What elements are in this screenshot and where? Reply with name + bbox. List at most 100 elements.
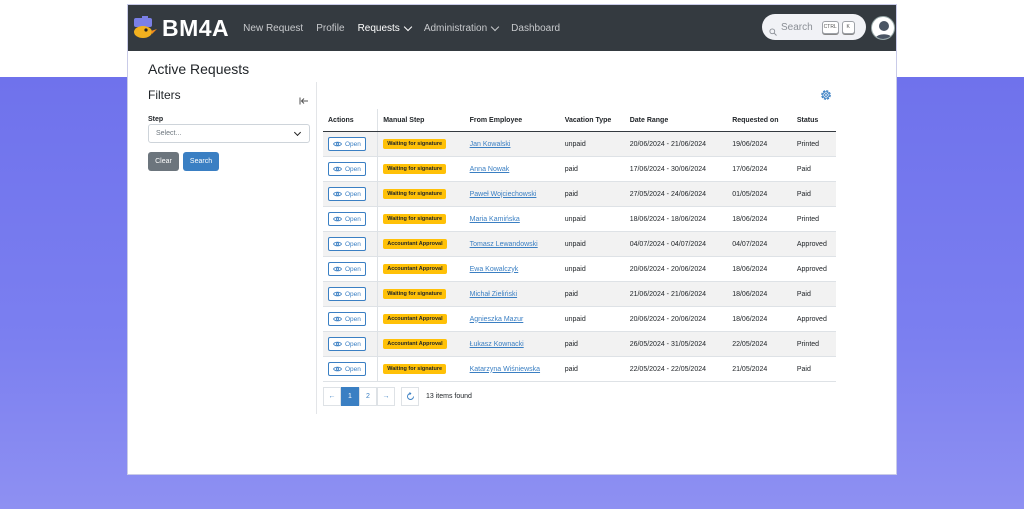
status-cell: Paid bbox=[791, 181, 836, 207]
status-cell: Printed bbox=[791, 206, 836, 232]
column-header-requested-on[interactable]: Requested on bbox=[727, 109, 792, 132]
table-body: Open Waiting for signature Jan Kowalski unp… bbox=[323, 131, 836, 382]
eye-icon bbox=[333, 266, 342, 272]
actions-cell: Open bbox=[323, 256, 379, 282]
employee-cell: Ewa Kowalczyk bbox=[464, 256, 560, 282]
user-avatar[interactable] bbox=[871, 16, 895, 40]
page-2-button[interactable]: 2 bbox=[359, 387, 377, 406]
employee-cell: Łukasz Kownacki bbox=[464, 331, 560, 357]
step-badge: Accountant Approval bbox=[383, 339, 447, 349]
items-found-count: 13 items found bbox=[426, 393, 472, 400]
open-button[interactable]: Open bbox=[328, 137, 366, 151]
column-header-from-employee[interactable]: From Employee bbox=[464, 109, 560, 132]
open-button[interactable]: Open bbox=[328, 237, 366, 251]
status-cell: Paid bbox=[791, 281, 836, 307]
open-button[interactable]: Open bbox=[328, 362, 366, 376]
open-button-label: Open bbox=[345, 340, 361, 348]
table-row: Open Waiting for signature Jan Kowalski unp… bbox=[323, 131, 836, 157]
open-button-label: Open bbox=[345, 215, 361, 223]
column-header-manual-step[interactable]: Manual Step bbox=[377, 109, 465, 132]
manual-step-cell: Waiting for signature bbox=[377, 131, 465, 157]
date-range-cell: 20/06/2024 - 21/06/2024 bbox=[624, 131, 728, 157]
step-label: Step bbox=[148, 116, 164, 123]
column-header-date-range[interactable]: Date Range bbox=[624, 109, 728, 132]
employee-link[interactable]: Katarzyna Wiśniewska bbox=[470, 366, 540, 373]
date-range-cell: 21/06/2024 - 21/06/2024 bbox=[624, 281, 728, 307]
requested-on-cell: 18/06/2024 bbox=[727, 206, 792, 232]
table-row: Open Waiting for signature Michał Zielińsk… bbox=[323, 281, 836, 307]
open-button[interactable]: Open bbox=[328, 162, 366, 176]
actions-cell: Open bbox=[323, 331, 379, 357]
manual-step-cell: Accountant Approval bbox=[377, 331, 465, 357]
vacation-type-cell: unpaid bbox=[559, 306, 625, 332]
clear-button[interactable]: Clear bbox=[148, 152, 179, 171]
employee-link[interactable]: Anna Nowak bbox=[470, 166, 510, 173]
employee-link[interactable]: Agnieszka Mazur bbox=[470, 316, 524, 323]
requested-on-cell: 18/06/2024 bbox=[727, 256, 792, 282]
table-row: Open Waiting for signature Maria Kamińska u… bbox=[323, 206, 836, 232]
employee-link[interactable]: Maria Kamińska bbox=[470, 216, 520, 223]
vacation-type-cell: paid bbox=[559, 331, 625, 357]
column-header-vacation-type[interactable]: Vacation Type bbox=[559, 109, 625, 132]
open-button[interactable]: Open bbox=[328, 212, 366, 226]
eye-icon bbox=[333, 191, 342, 197]
refresh-button[interactable] bbox=[401, 387, 419, 406]
step-badge: Waiting for signature bbox=[383, 364, 447, 374]
employee-link[interactable]: Michał Zieliński bbox=[470, 291, 517, 298]
eye-icon bbox=[333, 316, 342, 322]
employee-link[interactable]: Ewa Kowalczyk bbox=[470, 266, 519, 273]
status-cell: Approved bbox=[791, 306, 836, 332]
step-badge: Accountant Approval bbox=[383, 264, 447, 274]
table-row: Open Waiting for signature Paweł Wojciecho… bbox=[323, 181, 836, 207]
requested-on-cell: 01/05/2024 bbox=[727, 181, 792, 207]
step-badge: Waiting for signature bbox=[383, 189, 447, 199]
requested-on-cell: 04/07/2024 bbox=[727, 231, 792, 257]
search-button[interactable]: Search bbox=[183, 152, 219, 171]
page-1-button[interactable]: 1 bbox=[341, 387, 359, 406]
employee-link[interactable]: Tomasz Lewandowski bbox=[470, 241, 538, 248]
open-button[interactable]: Open bbox=[328, 337, 366, 351]
brand-logo[interactable]: BM4A bbox=[131, 15, 229, 42]
open-button[interactable]: Open bbox=[328, 312, 366, 326]
vacation-type-cell: paid bbox=[559, 156, 625, 182]
global-search-button[interactable]: Search CTRL K bbox=[762, 14, 866, 40]
next-page-button[interactable]: → bbox=[377, 387, 395, 406]
eye-icon bbox=[333, 166, 342, 172]
employee-link[interactable]: Łukasz Kownacki bbox=[470, 341, 524, 348]
employee-link[interactable]: Paweł Wojciechowski bbox=[470, 191, 537, 198]
date-range-cell: 04/07/2024 - 04/07/2024 bbox=[624, 231, 728, 257]
requested-on-cell: 18/06/2024 bbox=[727, 281, 792, 307]
open-button[interactable]: Open bbox=[328, 187, 366, 201]
requested-on-cell: 21/05/2024 bbox=[727, 356, 792, 382]
pagination: ← 1 2 → 13 items found bbox=[323, 387, 472, 406]
requested-on-cell: 17/06/2024 bbox=[727, 156, 792, 182]
table-row: Open Accountant Approval Agnieszka Mazur un… bbox=[323, 306, 836, 332]
search-label: Search bbox=[781, 21, 813, 33]
nav-administration[interactable]: Administration bbox=[424, 22, 500, 34]
manual-step-cell: Waiting for signature bbox=[377, 281, 465, 307]
manual-step-cell: Accountant Approval bbox=[377, 256, 465, 282]
brand-name: BM4A bbox=[162, 14, 230, 41]
open-button[interactable]: Open bbox=[328, 287, 366, 301]
nav-new-request[interactable]: New Request bbox=[243, 23, 303, 34]
nav-requests[interactable]: Requests bbox=[358, 22, 413, 34]
open-button[interactable]: Open bbox=[328, 262, 366, 276]
employee-cell: Anna Nowak bbox=[464, 156, 560, 182]
nav-profile[interactable]: Profile bbox=[316, 23, 344, 34]
eye-icon bbox=[333, 141, 342, 147]
step-select[interactable]: Select... bbox=[148, 124, 310, 143]
open-button-label: Open bbox=[345, 190, 361, 198]
column-header-status[interactable]: Status bbox=[791, 109, 836, 132]
manual-step-cell: Waiting for signature bbox=[377, 156, 465, 182]
table-header-row: Actions Manual Step From Employee Vacati… bbox=[323, 109, 836, 132]
gear-icon[interactable] bbox=[819, 88, 833, 102]
employee-cell: Tomasz Lewandowski bbox=[464, 231, 560, 257]
prev-page-button[interactable]: ← bbox=[323, 387, 341, 406]
collapse-left-icon[interactable] bbox=[299, 92, 309, 105]
employee-link[interactable]: Jan Kowalski bbox=[470, 141, 511, 148]
date-range-cell: 26/05/2024 - 31/05/2024 bbox=[624, 331, 728, 357]
nav-dashboard[interactable]: Dashboard bbox=[511, 23, 560, 34]
vacation-type-cell: paid bbox=[559, 181, 625, 207]
step-badge: Waiting for signature bbox=[383, 139, 447, 149]
page-title: Active Requests bbox=[148, 61, 250, 77]
